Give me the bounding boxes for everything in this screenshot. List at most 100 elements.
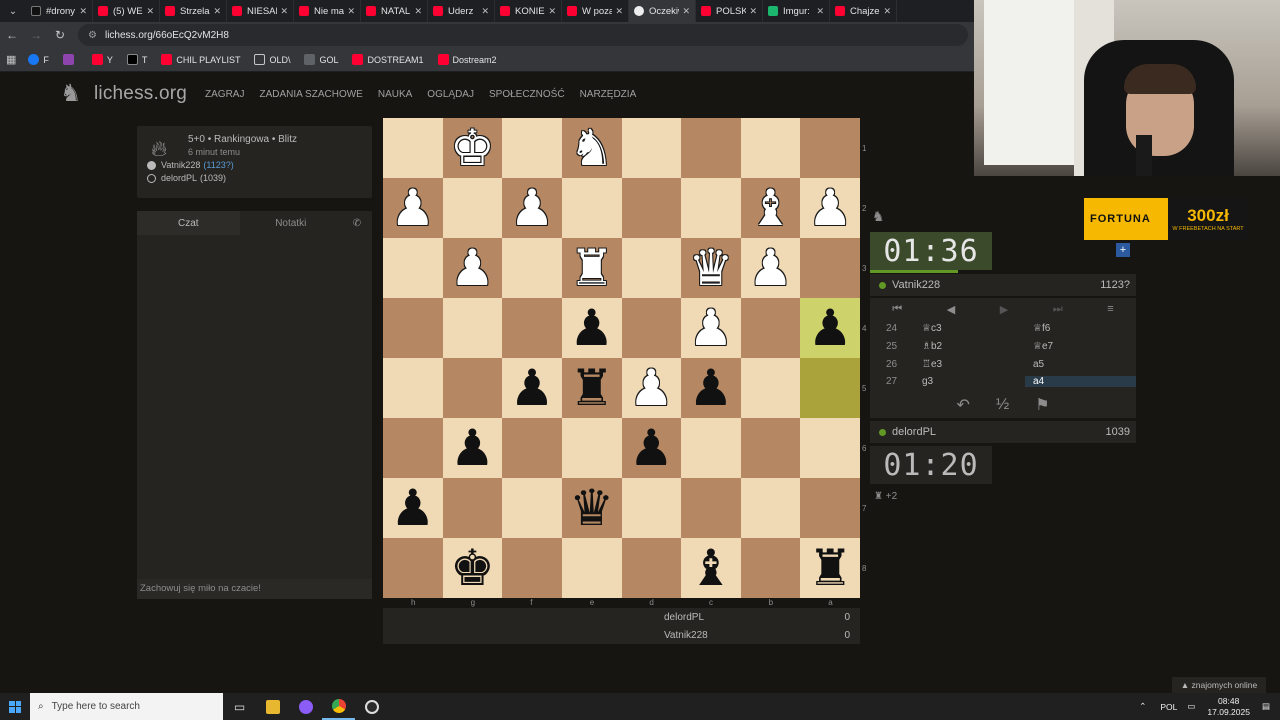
board-square[interactable]: ♜: [800, 538, 860, 598]
chess-board[interactable]: ♚ ♞ ♟ ♟ ♝ ♟ ♟ ♜ ♛ ♟ ♟ ♟ ♟ ♟ ♜ ♟ ♟ ♟ ♟ ♟ ♛ ♚ ♝ ♜: [383, 118, 860, 598]
board-square[interactable]: [561, 418, 622, 478]
board-square[interactable]: [383, 538, 443, 598]
white-piece[interactable]: ♞: [569, 123, 614, 173]
browser-tab[interactable]: NIESAM✕: [227, 0, 294, 22]
white-piece[interactable]: ♟: [390, 183, 435, 233]
white-player-line[interactable]: Vatnik228 (1123?): [147, 160, 362, 170]
board-square[interactable]: [442, 298, 503, 358]
board-square[interactable]: [621, 298, 682, 358]
tray-chevron-icon[interactable]: ⌃: [1139, 701, 1146, 712]
white-piece[interactable]: ♝: [748, 183, 793, 233]
site-info-icon[interactable]: ⚙: [88, 30, 97, 41]
board-square[interactable]: [681, 118, 741, 178]
board-square[interactable]: ♟: [442, 238, 503, 298]
bookmark-item[interactable]: GOL: [304, 54, 338, 65]
board-square[interactable]: ♜: [561, 358, 622, 418]
board-square[interactable]: [502, 118, 562, 178]
board-square[interactable]: [502, 298, 562, 358]
close-tab-icon[interactable]: ✕: [816, 6, 824, 17]
close-tab-icon[interactable]: ✕: [213, 6, 221, 17]
board-square[interactable]: [502, 418, 562, 478]
tab-notes[interactable]: Notatki: [240, 211, 343, 235]
opera-icon[interactable]: [289, 693, 322, 720]
black-piece[interactable]: ♟: [629, 423, 674, 473]
site-menu-item[interactable]: NARZĘDZIA: [580, 89, 637, 100]
board-square[interactable]: ♟: [502, 358, 562, 418]
network-icon[interactable]: ▭: [1187, 701, 1195, 712]
site-menu-item[interactable]: ZADANIA SZACHOWE: [259, 89, 362, 100]
white-piece[interactable]: ♚: [450, 123, 495, 173]
board-square[interactable]: [442, 178, 503, 238]
board-square[interactable]: [502, 238, 562, 298]
board-square[interactable]: [681, 418, 741, 478]
white-move[interactable]: ♗b2: [914, 341, 1025, 352]
board-square[interactable]: [561, 538, 622, 598]
board-square[interactable]: [621, 478, 682, 538]
board-square[interactable]: ♟: [740, 238, 801, 298]
board-square[interactable]: [800, 418, 860, 478]
offer-draw-button[interactable]: ½: [996, 396, 1009, 414]
black-piece[interactable]: ♟: [569, 303, 614, 353]
board-square[interactable]: [561, 178, 622, 238]
black-move[interactable]: ♕e7: [1025, 341, 1136, 352]
browser-tab[interactable]: Nie ma ✕: [294, 0, 361, 22]
black-piece[interactable]: ♟: [689, 363, 734, 413]
plus-icon[interactable]: +: [1116, 243, 1130, 257]
black-move[interactable]: a5: [1025, 359, 1136, 370]
menu-icon[interactable]: ≡: [1107, 303, 1113, 315]
url-field[interactable]: ⚙ lichess.org/66oEcQ2vM2H8: [78, 24, 968, 46]
close-tab-icon[interactable]: ✕: [548, 6, 556, 17]
white-piece[interactable]: ♟: [450, 243, 495, 293]
chat-input[interactable]: Zachowuj się miło na czacie!: [137, 579, 372, 599]
black-piece[interactable]: ♛: [569, 483, 614, 533]
board-square[interactable]: ♟: [681, 298, 741, 358]
board-square[interactable]: [621, 118, 682, 178]
board-square[interactable]: ♟: [621, 358, 682, 418]
taskbar-clock[interactable]: 08:48 17.09.2025: [1207, 696, 1250, 718]
close-tab-icon[interactable]: ✕: [883, 6, 891, 17]
start-button[interactable]: [0, 700, 30, 713]
site-menu-item[interactable]: OGLĄDAJ: [427, 89, 474, 100]
white-piece[interactable]: ♟: [629, 363, 674, 413]
prev-move-icon[interactable]: ◀: [947, 303, 955, 316]
friends-online-button[interactable]: ▲ znajomych online: [1172, 677, 1266, 693]
board-square[interactable]: ♚: [442, 538, 503, 598]
board-square[interactable]: ♞: [561, 118, 622, 178]
board-square[interactable]: [800, 118, 860, 178]
phone-icon[interactable]: ✆: [342, 211, 372, 235]
board-square[interactable]: [740, 538, 801, 598]
white-move[interactable]: g3: [914, 376, 1025, 387]
board-square[interactable]: ♟: [681, 358, 741, 418]
board-square[interactable]: ♝: [681, 538, 741, 598]
bookmark-item[interactable]: OLD\: [254, 54, 290, 65]
black-piece[interactable]: ♚: [450, 543, 495, 593]
board-square[interactable]: ♟: [561, 298, 622, 358]
browser-tab[interactable]: Imgur: ✕: [763, 0, 830, 22]
board-square[interactable]: [383, 298, 443, 358]
board-square[interactable]: [621, 178, 682, 238]
black-piece[interactable]: ♟: [390, 483, 435, 533]
browser-tab[interactable]: Chajze ✕: [830, 0, 897, 22]
board-square[interactable]: [383, 118, 443, 178]
notification-icon[interactable]: ▤: [1262, 701, 1270, 712]
close-tab-icon[interactable]: ✕: [280, 6, 288, 17]
board-square[interactable]: ♝: [740, 178, 801, 238]
browser-tab[interactable]: Uderz ✕: [428, 0, 495, 22]
board-square[interactable]: [383, 238, 443, 298]
browser-tab[interactable]: POLSK ✕: [696, 0, 763, 22]
close-tab-icon[interactable]: ✕: [481, 6, 489, 17]
board-square[interactable]: [442, 358, 503, 418]
board-square[interactable]: ♟: [800, 298, 860, 358]
board-square[interactable]: ♚: [442, 118, 503, 178]
close-tab-icon[interactable]: ✕: [414, 6, 422, 17]
browser-tab[interactable]: NATALI ✕: [361, 0, 428, 22]
black-piece[interactable]: ♟: [808, 303, 853, 353]
browser-tab[interactable]: W poza ✕: [562, 0, 629, 22]
black-move[interactable]: ♕f6: [1025, 323, 1136, 334]
black-piece[interactable]: ♜: [569, 363, 614, 413]
black-move[interactable]: a4: [1025, 376, 1136, 388]
site-menu-item[interactable]: SPOŁECZNOŚĆ: [489, 89, 565, 100]
apps-icon[interactable]: ▦: [6, 53, 16, 66]
board-square[interactable]: [740, 478, 801, 538]
white-move[interactable]: ♕c3: [914, 323, 1025, 334]
